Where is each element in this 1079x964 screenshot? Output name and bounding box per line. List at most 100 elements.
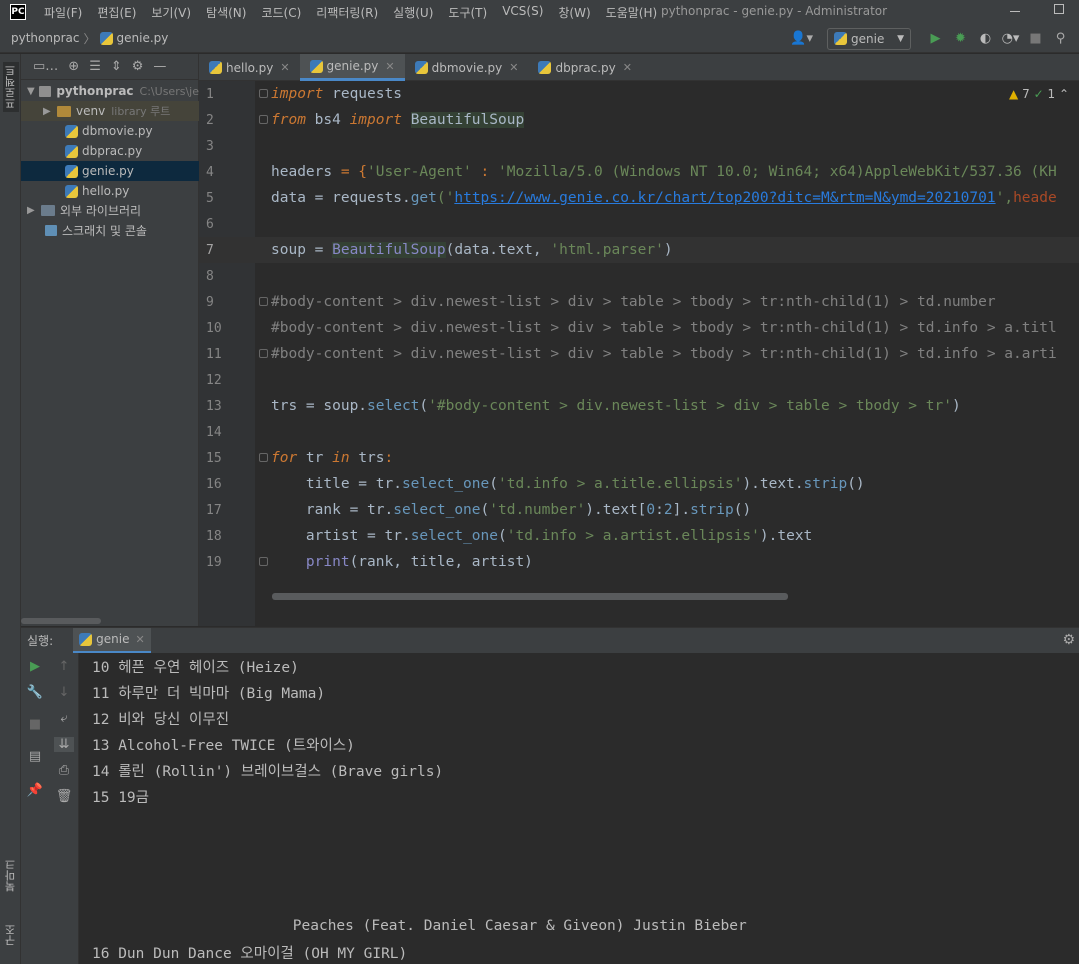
menu-tools[interactable]: 도구(T) — [448, 4, 487, 21]
rerun-icon[interactable]: ▶ — [25, 659, 45, 674]
tree-root[interactable]: ▼ pythonprac C:\Users\je — [21, 81, 199, 101]
code-editor[interactable]: ▲ 7 ✓ 1 ⌃ 1 import requests 2 from bs4 imp… — [199, 81, 1079, 626]
menu-run[interactable]: 실행(U) — [393, 4, 433, 21]
code-token: ( — [489, 476, 498, 492]
project-tool-button[interactable]: 프로젝트 — [3, 62, 19, 112]
code-url-link[interactable]: https://www.genie.co.kr/chart/top200?dit… — [454, 190, 995, 206]
code-token: ).text[ — [585, 502, 647, 518]
code-token: select — [367, 398, 420, 414]
breadcrumb-project[interactable]: pythonprac — [11, 31, 79, 45]
code-token: strip — [690, 502, 734, 518]
tree-scratches[interactable]: 스크래치 및 콘솔 — [21, 220, 199, 240]
tab-dbmovie[interactable]: dbmovie.py ✕ — [405, 54, 529, 81]
locate-icon[interactable]: ⊕ — [68, 59, 79, 74]
project-view-icon[interactable]: ▭… — [33, 59, 58, 74]
soft-wrap-icon[interactable]: ⤶ — [54, 711, 74, 726]
layout-icon[interactable]: ▤ — [25, 749, 45, 764]
tab-genie[interactable]: genie.py ✕ — [299, 54, 405, 81]
menu-window[interactable]: 창(W) — [558, 4, 590, 21]
trash-icon[interactable]: 🗑 — [54, 789, 74, 804]
fold-icon[interactable] — [259, 557, 268, 566]
menu-vcs[interactable]: VCS(S) — [502, 4, 543, 21]
tree-venv[interactable]: ▶ venv library 루트 — [21, 101, 199, 121]
menu-file[interactable]: 파일(F) — [44, 4, 82, 21]
menu-refactor[interactable]: 리팩터링(R) — [316, 4, 378, 21]
menu-help[interactable]: 도움말(H) — [606, 4, 658, 21]
menu-edit[interactable]: 편집(E) — [97, 4, 136, 21]
fold-icon[interactable] — [259, 453, 268, 462]
tree-file-hello[interactable]: hello.py — [21, 181, 199, 201]
fold-icon[interactable] — [259, 115, 268, 124]
collapse-all-icon[interactable]: ⇕ — [111, 59, 122, 74]
run-console-output[interactable]: 10 헤픈 우연 헤이즈 (Heize) 11 하루만 더 빅마마 (Big M… — [79, 653, 1079, 964]
fold-icon[interactable] — [259, 89, 268, 98]
hide-icon[interactable]: — — [153, 59, 166, 74]
tree-file-genie[interactable]: genie.py — [21, 161, 199, 181]
run-icon[interactable]: ▶ — [923, 31, 948, 46]
code-token: soup = — [271, 242, 333, 258]
line-number: 12 — [206, 372, 222, 388]
line-number: 9 — [206, 294, 214, 310]
horizontal-scrollbar[interactable] — [272, 593, 788, 600]
code-token: data = requests. — [271, 190, 411, 206]
profile-icon[interactable]: ◔▾ — [998, 31, 1023, 46]
fold-icon[interactable] — [259, 297, 268, 306]
code-token: rank = tr. — [271, 502, 394, 518]
code-line: 17 rank = tr.select_one('td.number').tex… — [199, 497, 1079, 523]
run-config-select[interactable]: genie ▼ — [827, 27, 911, 50]
close-icon[interactable]: ✕ — [623, 61, 632, 74]
menu-navigate[interactable]: 탐색(N) — [206, 4, 246, 21]
close-icon[interactable]: ✕ — [509, 61, 518, 74]
close-icon[interactable]: ✕ — [280, 61, 289, 74]
structure-tool-button[interactable]: 구조 — [3, 924, 19, 946]
arrow-down-icon[interactable]: ↓ — [54, 685, 74, 700]
gear-icon[interactable]: ⚙ — [1062, 632, 1075, 648]
menu-view[interactable]: 보기(V) — [151, 4, 191, 21]
bookmarks-tool-button[interactable]: 북마크 — [3, 859, 19, 892]
maximize-icon[interactable] — [1054, 4, 1064, 14]
code-token: () — [847, 476, 865, 492]
tree-file-label: hello.py — [82, 184, 130, 198]
tree-scratches-label: 스크래치 및 콘솔 — [62, 223, 147, 238]
tree-file-dbmovie[interactable]: dbmovie.py — [21, 121, 199, 141]
stop-icon[interactable]: ■ — [1023, 31, 1048, 46]
breadcrumb-file[interactable]: genie.py — [99, 31, 168, 45]
stop-icon[interactable]: ■ — [25, 717, 45, 732]
code-token: 0 — [646, 502, 656, 518]
code-token: ( — [480, 502, 490, 518]
fold-icon[interactable] — [259, 349, 268, 358]
tree-file-dbprac[interactable]: dbprac.py — [21, 141, 199, 161]
debug-icon[interactable]: ✹ — [948, 31, 973, 46]
tab-dbprac[interactable]: dbprac.py ✕ — [528, 54, 642, 81]
pin-icon[interactable]: 📌 — [25, 783, 45, 798]
tree-external-label: 외부 라이브러리 — [60, 203, 142, 218]
gear-icon[interactable]: ⚙ — [132, 59, 144, 74]
code-token: 'User-Agent' — [367, 164, 472, 180]
close-icon[interactable]: ✕ — [135, 633, 144, 646]
expand-all-icon[interactable]: ☰ — [89, 59, 101, 74]
code-line: 6 — [199, 211, 1079, 237]
print-icon[interactable]: ⎙ — [54, 763, 74, 778]
wrench-icon[interactable]: 🔧 — [25, 685, 45, 700]
tab-hello[interactable]: hello.py ✕ — [199, 54, 300, 81]
folder-icon — [57, 105, 71, 117]
arrow-up-icon[interactable]: ↑ — [54, 659, 74, 674]
window-title: pythonprac - genie.py - Administrator — [661, 4, 888, 18]
tree-external-libraries[interactable]: ▶ 외부 라이브러리 — [21, 200, 199, 220]
menu-code[interactable]: 코드(C) — [261, 4, 301, 21]
code-text: data = requests.get('https://www.genie.c… — [271, 190, 1057, 206]
horizontal-scrollbar[interactable] — [21, 618, 101, 624]
code-token: import — [271, 86, 324, 102]
close-icon[interactable]: ✕ — [385, 60, 394, 73]
coverage-icon[interactable]: ◐ — [973, 31, 998, 46]
scroll-to-end-icon[interactable]: ⇊ — [54, 737, 74, 752]
run-tab-genie[interactable]: genie ✕ — [73, 627, 151, 654]
user-icon[interactable]: 👤▾ — [790, 31, 813, 46]
minimize-icon[interactable] — [1010, 11, 1020, 12]
run-tool-header: 실행: genie ✕ ⚙ — [21, 627, 1079, 654]
search-icon[interactable]: ⚲ — [1048, 31, 1073, 46]
code-line: 3 — [199, 133, 1079, 159]
tree-venv-hint: library 루트 — [111, 105, 171, 118]
code-line: 8 — [199, 263, 1079, 289]
